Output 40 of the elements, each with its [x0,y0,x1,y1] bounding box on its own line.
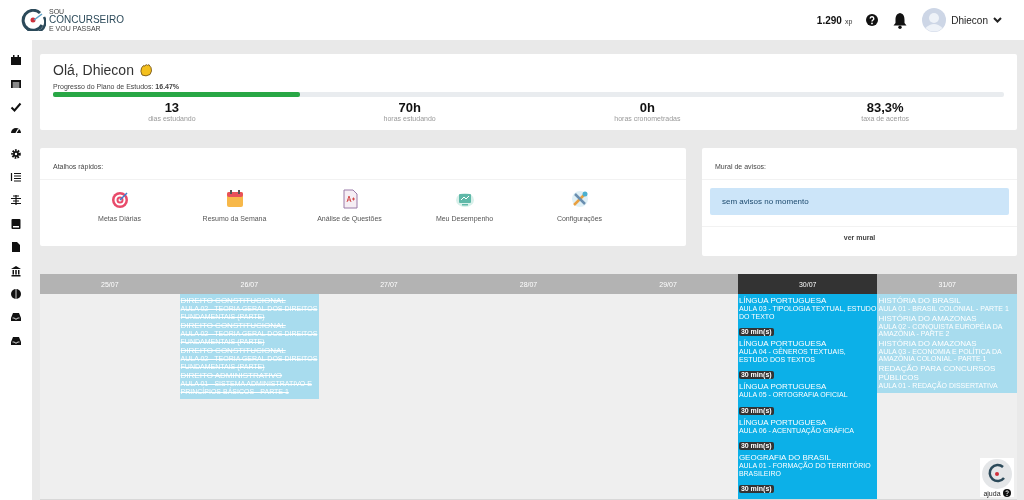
avatar-icon [922,8,947,32]
file-icon[interactable] [10,241,22,254]
subject-title: LÍNGUA PORTUGUESA [738,417,827,427]
gear-icon[interactable] [10,147,22,160]
user-menu[interactable]: Dhiecon [922,8,1002,32]
stat-value: 13 [163,101,181,116]
bell-icon[interactable] [892,11,909,29]
xp-count: 1.290 [816,14,842,26]
subject-title: HISTÓRIA DO AMAZONAS [878,313,977,323]
inbox-icon[interactable] [10,334,22,347]
subject-title: GEOGRAFIA DO BRASIL [738,453,831,463]
check-icon[interactable] [10,100,22,113]
help-icon [1002,489,1011,497]
subject-title: HISTÓRIA DO BRASIL [878,296,962,306]
caret-icon [993,17,1002,23]
subject-title: DIREITO CONSTITUCIONAL [180,346,287,356]
logo-icon [982,459,1012,489]
stat-value: 83,3% [865,101,905,116]
tools-icon [569,189,590,210]
stat-value: 70h [397,101,422,116]
greeting-title: Olá, Dhiecon [53,62,134,78]
subject-title: DIREITO CONSTITUCIONAL [180,296,287,306]
logo-text: CONCURSEIRO [49,15,124,25]
subject-title: HISTÓRIA DO AMAZONAS [878,338,977,348]
subject-title: LÍNGUA PORTUGUESA [738,296,828,306]
notice-alert: sem avisos no momento [710,188,1009,216]
align-icon[interactable] [10,194,22,207]
help-icon[interactable] [866,14,879,26]
logo-icon [20,9,46,31]
stat-value: 0h [638,101,656,116]
list-icon[interactable] [10,170,22,183]
subject-title: LÍNGUA PORTUGUESA [738,339,828,349]
book-icon[interactable] [10,217,22,230]
subject-title: DIREITO CONSTITUCIONAL [180,321,287,331]
inbox-icon[interactable] [10,311,22,324]
target-icon [109,189,130,210]
bank-icon[interactable] [10,264,22,277]
subject-title: DIREITO ADMINISTRATIVO [180,371,284,381]
subject-title: REDAÇÃO PARA CONCURSOS PÚBLICOS [878,363,997,382]
subject-title: LÍNGUA PORTUGUESA [738,382,828,392]
